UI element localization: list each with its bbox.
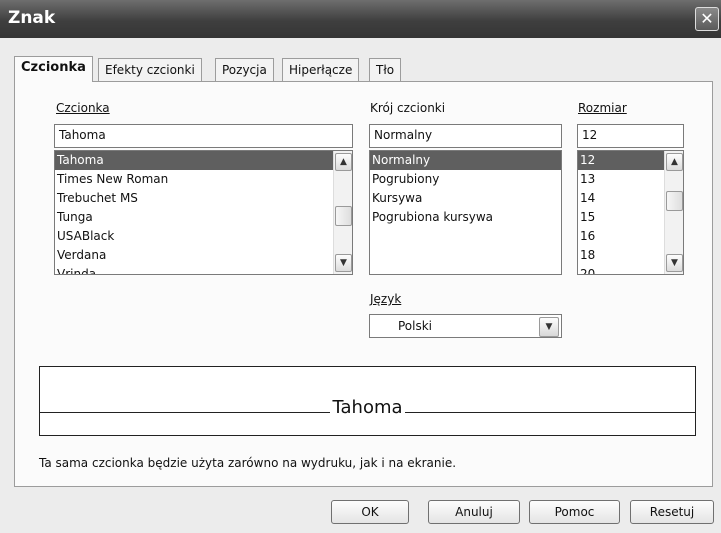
preview-text-wrap: Tahoma xyxy=(40,397,695,418)
cancel-button[interactable]: Anuluj xyxy=(428,500,520,524)
chevron-down-icon[interactable]: ▼ xyxy=(539,317,559,337)
list-item[interactable]: Pogrubiony xyxy=(370,170,561,189)
window-title: Znak xyxy=(8,8,56,28)
size-label-text: Rozmiar xyxy=(578,101,627,115)
size-label: Rozmiar xyxy=(578,101,627,115)
chevron-up-icon[interactable]: ▲ xyxy=(335,153,352,171)
font-name-input[interactable]: Tahoma xyxy=(54,124,353,148)
tab-hyperlink[interactable]: Hiperłącze xyxy=(282,58,360,81)
language-value: Polski xyxy=(398,319,433,333)
chevron-down-icon[interactable]: ▼ xyxy=(666,254,683,272)
chevron-up-icon[interactable]: ▲ xyxy=(666,153,683,171)
list-item[interactable]: Trebuchet MS xyxy=(55,189,352,208)
reset-button[interactable]: Resetuj xyxy=(630,500,714,524)
style-list[interactable]: Normalny Pogrubiony Kursywa Pogrubiona k… xyxy=(369,150,562,275)
tab-font-effects[interactable]: Efekty czcionki xyxy=(98,58,202,81)
list-item[interactable]: Normalny xyxy=(370,151,561,170)
font-list-scrollbar[interactable]: ▲ ▼ xyxy=(333,151,352,274)
character-dialog: Znak ✕ Czcionka Efekty czcionki Pozycja … xyxy=(0,0,721,533)
style-input[interactable]: Normalny xyxy=(369,124,562,148)
preview-text: Tahoma xyxy=(330,397,405,418)
close-icon[interactable]: ✕ xyxy=(695,7,719,31)
list-item[interactable]: USABlack xyxy=(55,227,352,246)
font-preview: Tahoma xyxy=(39,366,696,436)
language-select[interactable]: Polski ▼ xyxy=(369,314,562,338)
font-list[interactable]: Tahoma Times New Roman Trebuchet MS Tung… xyxy=(54,150,353,275)
tab-position[interactable]: Pozycja xyxy=(215,58,274,81)
list-item[interactable]: Kursywa xyxy=(370,189,561,208)
list-item[interactable]: Verdana xyxy=(55,246,352,265)
size-input[interactable]: 12 xyxy=(577,124,684,148)
help-button[interactable]: Pomoc xyxy=(529,500,620,524)
tab-font[interactable]: Czcionka xyxy=(14,56,93,82)
list-item[interactable]: Pogrubiona kursywa xyxy=(370,208,561,227)
chevron-down-icon[interactable]: ▼ xyxy=(335,254,352,272)
language-label: Język xyxy=(370,292,401,306)
scrollbar-thumb[interactable] xyxy=(335,206,352,226)
font-label: Czcionka xyxy=(56,101,110,115)
title-bar: Znak ✕ xyxy=(0,0,721,38)
info-text: Ta sama czcionka będzie użyta zarówno na… xyxy=(39,456,457,470)
size-list[interactable]: 12 13 14 15 16 18 20 ▲ ▼ xyxy=(577,150,684,275)
list-item[interactable]: Vrinda xyxy=(55,265,352,274)
list-item[interactable]: Tunga xyxy=(55,208,352,227)
list-item[interactable]: Tahoma xyxy=(55,151,352,170)
ok-button[interactable]: OK xyxy=(331,500,409,524)
list-item[interactable]: Times New Roman xyxy=(55,170,352,189)
style-label: Krój czcionki xyxy=(370,101,446,115)
language-label-text: Język xyxy=(370,292,402,306)
scrollbar-thumb[interactable] xyxy=(666,191,683,211)
size-list-scrollbar[interactable]: ▲ ▼ xyxy=(664,151,683,274)
font-label-text: Czcionka xyxy=(56,101,110,115)
tab-background[interactable]: Tło xyxy=(369,58,402,81)
